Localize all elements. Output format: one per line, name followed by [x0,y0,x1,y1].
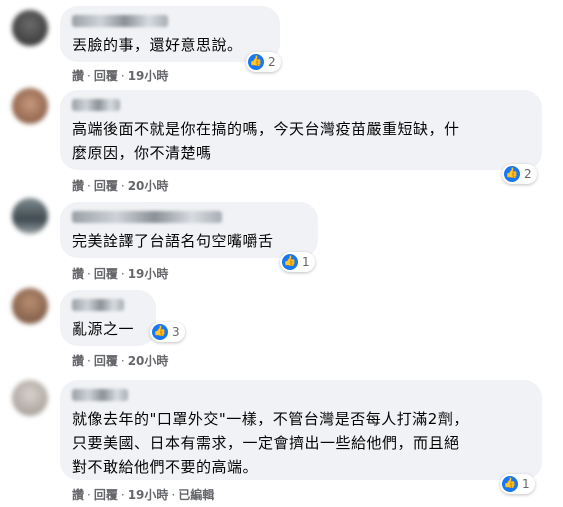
timestamp[interactable]: 19小時 [128,486,169,503]
comment-actions: 讚 · 回覆 · 20小時 [72,352,168,369]
comment-bubble: 就像去年的"口罩外交"一樣，不管台灣是否每人打滿2劑， 只要美國、日本有需求，一… [60,380,542,480]
like-icon: 👍 [248,54,264,70]
timestamp[interactable]: 20小時 [128,352,169,369]
reaction-count: 2 [268,55,276,69]
separator: · [120,68,125,83]
reaction-count: 1 [302,255,310,269]
reaction-summary[interactable]: 👍 1 [500,474,535,494]
reply-button[interactable]: 回覆 [94,486,118,503]
reaction-count: 3 [172,325,180,339]
like-icon: 👍 [152,324,168,340]
commenter-name-blurred[interactable] [72,211,222,223]
like-button[interactable]: 讚 [72,265,84,282]
separator: · [120,353,125,368]
separator: · [87,68,91,83]
avatar[interactable] [12,380,48,416]
like-button[interactable]: 讚 [72,177,84,194]
commenter-name-blurred[interactable] [72,15,168,27]
reply-button[interactable]: 回覆 [94,265,118,282]
comment-text: 丟臉的事，還好意思說。 [72,36,243,54]
reaction-summary[interactable]: 👍 2 [502,164,537,184]
timestamp[interactable]: 19小時 [128,67,169,84]
like-icon: 👍 [502,476,518,492]
reply-button[interactable]: 回覆 [94,67,118,84]
like-button[interactable]: 讚 [72,67,84,84]
reaction-summary[interactable]: 👍 1 [280,252,315,272]
comment-text: 完美詮譯了台語名句空嘴嚼舌 [72,232,274,250]
timestamp[interactable]: 19小時 [128,265,169,282]
reply-button[interactable]: 回覆 [94,177,118,194]
commenter-name-blurred[interactable] [72,99,120,111]
like-icon: 👍 [282,254,298,270]
reaction-summary[interactable]: 👍 2 [246,52,281,72]
reply-button[interactable]: 回覆 [94,352,118,369]
commenter-name-blurred[interactable] [72,299,124,311]
comment-text: 就像去年的"口罩外交"一樣，不管台灣是否每人打滿2劑， 只要美國、日本有需求，一… [72,410,469,476]
like-icon: 👍 [504,166,520,182]
comment-actions: 讚 · 回覆 · 19小時 [72,67,168,84]
comment-actions: 讚 · 回覆 · 19小時 [72,265,168,282]
comment-bubble: 亂源之一 [60,290,156,346]
comment-text: 亂源之一 [72,320,135,338]
commenter-name-blurred[interactable] [72,389,128,401]
comment-actions: 讚 · 回覆 · 20小時 [72,177,168,194]
edited-label[interactable]: 已編輯 [178,486,214,503]
comment-bubble: 完美詮譯了台語名句空嘴嚼舌 [60,202,318,258]
separator: · [120,266,125,281]
separator: · [87,178,91,193]
like-button[interactable]: 讚 [72,352,84,369]
reaction-count: 1 [522,477,530,491]
avatar[interactable] [12,198,48,234]
comment-bubble: 丟臉的事，還好意思說。 [60,6,280,62]
comment-text: 高端後面不就是你在搞的嗎，今天台灣疫苗嚴重短缺，什 麼原因，你不清楚嗎 [72,120,460,162]
like-button[interactable]: 讚 [72,486,84,503]
reaction-summary[interactable]: 👍 3 [150,322,185,342]
reaction-count: 2 [524,167,532,181]
avatar[interactable] [12,288,48,324]
separator: · [87,353,91,368]
comment-actions: 讚 · 回覆 · 19小時 · 已編輯 [72,486,214,503]
separator: · [87,487,91,502]
avatar[interactable] [12,10,48,46]
separator: · [120,178,125,193]
separator: · [87,266,91,281]
timestamp[interactable]: 20小時 [128,177,169,194]
comment-bubble: 高端後面不就是你在搞的嗎，今天台灣疫苗嚴重短缺，什 麼原因，你不清楚嗎 [60,90,542,170]
avatar[interactable] [12,88,48,124]
separator: · [171,487,176,502]
separator: · [120,487,125,502]
